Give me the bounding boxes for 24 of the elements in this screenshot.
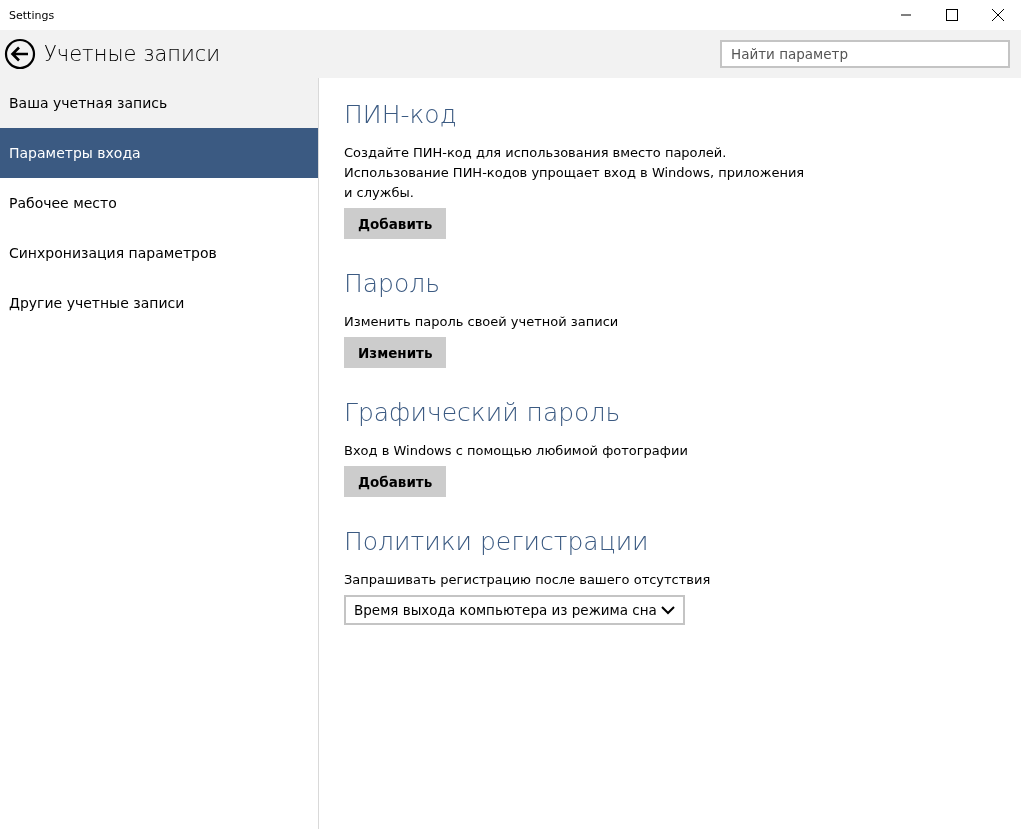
sidebar-item[interactable]: Ваша учетная запись xyxy=(0,78,318,128)
maximize-icon xyxy=(946,9,958,21)
sidebar-item[interactable]: Другие учетные записи xyxy=(0,278,318,328)
sidebar-item[interactable]: Рабочее место xyxy=(0,178,318,228)
close-icon xyxy=(992,9,1004,21)
page-title: Учетные записи xyxy=(44,42,221,66)
section-title: ПИН-код xyxy=(344,100,458,129)
action-button[interactable]: Изменить xyxy=(344,337,447,368)
action-button[interactable]: Добавить xyxy=(344,466,447,497)
sidebar-item[interactable]: Синхронизация параметров xyxy=(0,228,318,278)
sidebar-item[interactable]: Параметры входа xyxy=(0,128,318,178)
search-field[interactable]: Найти параметр xyxy=(720,40,1010,68)
dropdown[interactable]: Время выхода компьютера из режима сна xyxy=(344,595,685,625)
back-button[interactable] xyxy=(4,38,36,70)
action-button[interactable]: Добавить xyxy=(344,208,447,239)
section-title: Графический пароль xyxy=(344,398,622,427)
window-title: Settings xyxy=(8,8,55,22)
section-description: Запрашивать регистрацию после вашего отсутствия xyxy=(344,571,712,589)
section-description: Создайте ПИН-код для использования вместо паролей. Использование ПИН-кодов упрощает вход в Windows, приложения и службы. xyxy=(344,144,806,202)
section-description: Изменить пароль своей учетной записи xyxy=(344,313,620,331)
section-description: Вход в Windows с помощью любимой фотографии xyxy=(344,442,689,460)
section-title: Пароль xyxy=(344,269,441,298)
section-title: Политики регистрации xyxy=(344,527,650,556)
chevron-down-icon xyxy=(661,605,675,615)
